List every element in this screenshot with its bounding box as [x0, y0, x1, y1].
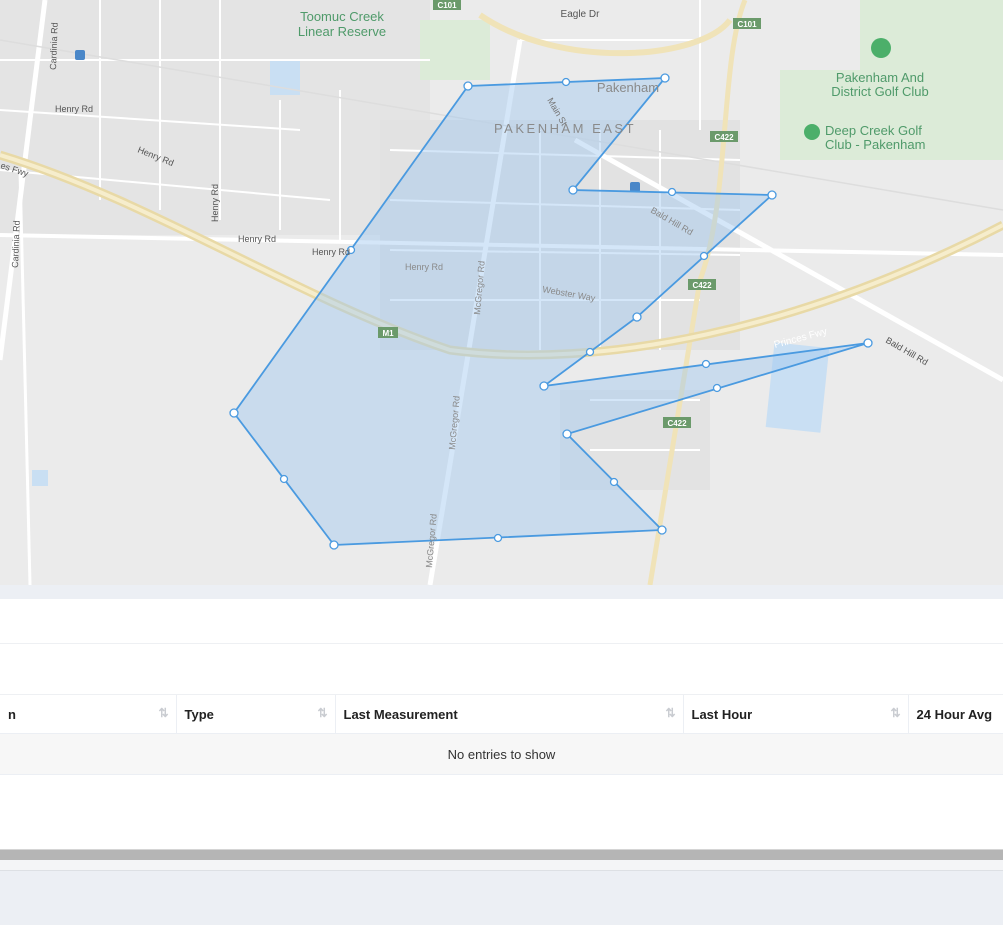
label-henry-rd-6: Henry Rd — [405, 262, 443, 272]
road-shield-c422-b: C422 — [688, 279, 716, 290]
svg-text:C101: C101 — [437, 1, 457, 10]
column-label: Last Measurement — [343, 706, 458, 722]
sort-icon[interactable]: ⇅ — [665, 706, 675, 720]
label-henry-rd-5: Henry Rd — [312, 247, 350, 257]
label-bald-hill-rd-2: Bald Hill Rd — [884, 335, 930, 367]
road-shield-c422-a: C422 — [710, 131, 738, 142]
label-henry-rd-3: Henry Rd — [210, 184, 220, 222]
svg-text:M1: M1 — [382, 329, 394, 338]
empty-table-message: No entries to show — [0, 733, 1003, 775]
road-shield-c101: C101 — [433, 0, 461, 10]
scrollbar-track — [0, 860, 1003, 871]
label-henry-rd-1: Henry Rd — [55, 104, 93, 114]
map-view[interactable]: C101 C101 C422 C422 C422 M1 Toomuc Creek… — [0, 0, 1003, 585]
section-gap — [0, 585, 1003, 599]
svg-text:C101: C101 — [737, 20, 757, 29]
map-canvas[interactable]: C101 C101 C422 C422 C422 M1 Toomuc Creek… — [0, 0, 1003, 585]
svg-text:C422: C422 — [714, 133, 734, 142]
road-shield-c101-b: C101 — [733, 18, 761, 29]
label-golf-club-2b: Club - Pakenham — [825, 137, 925, 152]
horizontal-scrollbar[interactable] — [0, 849, 1003, 860]
station-icon-pakenham[interactable] — [630, 182, 640, 192]
column-header-24-hour-avg[interactable]: 24 Hour Avg — [908, 695, 1003, 734]
road-shield-m1: M1 — [378, 327, 398, 338]
page-footer — [0, 871, 1003, 925]
label-golf-club-1a: Pakenham And — [836, 70, 924, 85]
park-area-2 — [420, 20, 490, 80]
sort-icon[interactable]: ⇅ — [158, 706, 168, 720]
data-panel: n ⇅ Type ⇅ Last Measurement ⇅ Last Hour ⇅ 24… — [0, 599, 1003, 849]
label-eagle-dr: Eagle Dr — [561, 9, 601, 20]
label-toomuc: Toomuc Creek — [300, 9, 384, 24]
column-header-name[interactable]: n ⇅ — [0, 695, 177, 734]
golf-icon-2[interactable] — [804, 124, 820, 140]
road-shield-c422-c: C422 — [663, 417, 691, 428]
sort-icon[interactable]: ⇅ — [890, 706, 900, 720]
station-icon[interactable] — [75, 50, 85, 60]
column-label: n — [8, 706, 16, 722]
pond-small — [32, 470, 48, 486]
label-linear-reserve: Linear Reserve — [298, 24, 386, 39]
column-header-last-measurement[interactable]: Last Measurement ⇅ — [335, 695, 684, 734]
sort-icon[interactable]: ⇅ — [317, 706, 327, 720]
measurements-table: n ⇅ Type ⇅ Last Measurement ⇅ Last Hour ⇅ 24… — [0, 695, 1003, 775]
label-cardinia-rd-1: Cardinia Rd — [48, 22, 60, 70]
label-pakenham: Pakenham — [597, 80, 659, 95]
table-toolbar — [0, 599, 1003, 644]
svg-text:C422: C422 — [692, 281, 712, 290]
column-label: Last Hour — [691, 706, 753, 722]
column-header-last-hour[interactable]: Last Hour ⇅ — [683, 695, 909, 734]
column-label: Type — [184, 706, 214, 722]
label-cardinia-rd-2: Cardinia Rd — [10, 220, 22, 268]
table-header-row: n ⇅ Type ⇅ Last Measurement ⇅ Last Hour ⇅ 24… — [0, 695, 1003, 734]
label-henry-rd-4: Henry Rd — [238, 234, 276, 244]
label-golf-club-1b: District Golf Club — [831, 84, 929, 99]
column-header-type[interactable]: Type ⇅ — [176, 695, 336, 734]
label-golf-club-2a: Deep Creek Golf — [825, 123, 922, 138]
svg-text:C422: C422 — [667, 419, 687, 428]
golf-icon[interactable] — [871, 38, 891, 58]
table-row: No entries to show — [0, 733, 1003, 775]
table-filter-row — [0, 644, 1003, 695]
column-label: 24 Hour Avg — [916, 706, 993, 722]
